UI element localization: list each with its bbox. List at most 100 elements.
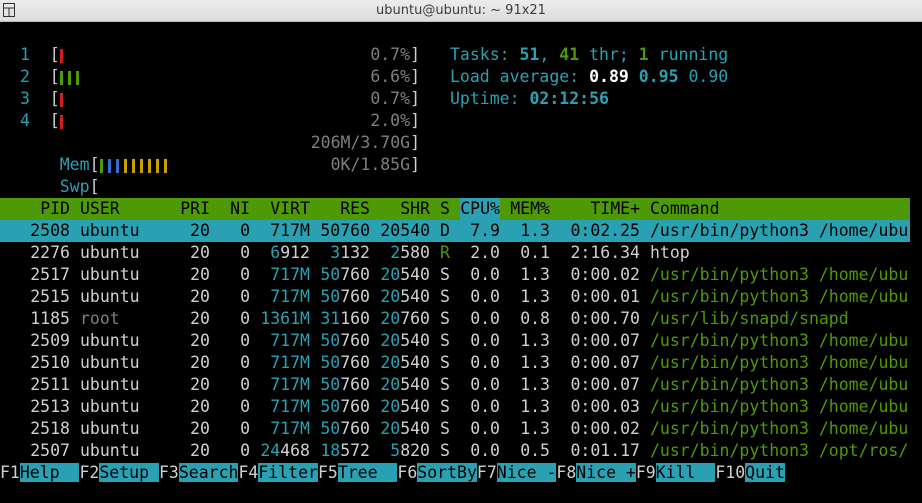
cell-mem: 0.1 xyxy=(520,243,550,262)
cell-command: /usr/bin/python3 /home/ubu xyxy=(650,353,909,372)
uptime-value: 02:12:56 xyxy=(529,89,609,108)
cell-time: 0:00.70 xyxy=(570,309,640,328)
process-row[interactable]: 1185 root 20 0 1361M 31160 20760 S 0.0 0.8 0:00.70… xyxy=(0,308,910,330)
process-row[interactable]: 2517 ubuntu 20 0 717M 50760 20540 S 0.0 1.3 0:00.0… xyxy=(0,264,910,286)
fkey-f8[interactable]: F8 xyxy=(556,463,576,482)
cell-res: 50760 xyxy=(320,419,370,438)
process-row[interactable]: 2518 ubuntu 20 0 717M 50760 20540 S 0.0 1.3 0:00.0… xyxy=(0,418,910,440)
fkey-label-f9[interactable]: Kill xyxy=(655,463,716,482)
swap-label: Swp xyxy=(59,177,90,196)
fkey-f10[interactable]: F10 xyxy=(715,463,745,482)
fkey-f5[interactable]: F5 xyxy=(318,463,338,482)
cell-user: root xyxy=(80,309,120,328)
cell-mem: 1.3 xyxy=(520,265,550,284)
cell-ni: 0 xyxy=(240,441,250,460)
fkey-f4[interactable]: F4 xyxy=(238,463,258,482)
cell-state: S xyxy=(440,419,450,438)
fkey-f9[interactable]: F9 xyxy=(636,463,656,482)
column-header-res[interactable]: RES xyxy=(340,198,370,220)
fkey-f1[interactable]: F1 xyxy=(0,463,20,482)
threads-count: 41 xyxy=(559,45,580,64)
fkey-label-f7[interactable]: Nice - xyxy=(496,463,557,482)
fkey-f7[interactable]: F7 xyxy=(477,463,497,482)
process-row[interactable]: 2510 ubuntu 20 0 717M 50760 20540 S 0.0 1.3 0:00.0… xyxy=(0,352,910,374)
cell-command: /usr/bin/python3 /home/ubu xyxy=(650,331,909,350)
fkey-f6[interactable]: F6 xyxy=(397,463,417,482)
column-header-ni[interactable]: NI xyxy=(230,198,250,220)
cell-ni: 0 xyxy=(240,221,250,240)
cell-mem: 1.3 xyxy=(520,353,550,372)
column-header-pid[interactable]: PID xyxy=(40,198,70,220)
cell-ni: 0 xyxy=(240,309,250,328)
fkey-label-f8[interactable]: Nice + xyxy=(576,463,636,482)
column-header-virt[interactable]: VIRT xyxy=(270,198,310,220)
cell-time: 0:00.02 xyxy=(570,419,640,438)
cell-mem: 0.8 xyxy=(520,309,550,328)
column-header-command[interactable]: Command xyxy=(650,198,720,220)
cell-virt: 717M xyxy=(270,353,310,372)
process-row[interactable]: 2513 ubuntu 20 0 717M 50760 20540 S 0.0 1.3 0:00.0… xyxy=(0,396,910,418)
cell-virt: 1361M xyxy=(260,309,310,328)
cell-command: htop xyxy=(650,243,690,262)
process-row[interactable]: 2511 ubuntu 20 0 717M 50760 20540 S 0.0 1.3 0:00.0… xyxy=(0,374,910,396)
process-row[interactable]: 2509 ubuntu 20 0 717M 50760 20540 S 0.0 1.3 0:00.0… xyxy=(0,330,910,352)
column-header-mem[interactable]: MEM% xyxy=(510,198,550,220)
process-row[interactable]: 2515 ubuntu 20 0 717M 50760 20540 S 0.0 1.3 0:00.0… xyxy=(0,286,910,308)
cell-pid: 2513 xyxy=(30,397,70,416)
mem-value: 206M/3.70G xyxy=(310,133,411,152)
cpu-meter-label: 4 xyxy=(20,111,30,130)
cell-ni: 0 xyxy=(240,331,250,350)
cell-shr: 2580 xyxy=(390,243,430,262)
cell-pri: 20 xyxy=(190,375,210,394)
process-row[interactable]: 2276 ubuntu 20 0 6912 3132 2580 R 2.0 0.1 2:16.34 h… xyxy=(0,242,910,264)
column-header-pri[interactable]: PRI xyxy=(180,198,210,220)
tasks-summary: Tasks: 51, 41 thr; 1 running xyxy=(450,45,729,64)
cell-shr: 20540 xyxy=(380,331,430,350)
cell-shr: 20760 xyxy=(380,309,430,328)
cell-shr: 20540 xyxy=(380,397,430,416)
cell-ni: 0 xyxy=(240,353,250,372)
cell-ni: 0 xyxy=(240,375,250,394)
cell-time: 0:00.03 xyxy=(570,397,640,416)
column-header-time[interactable]: TIME+ xyxy=(590,198,640,220)
fkey-label-f4[interactable]: Filter xyxy=(258,463,318,482)
fkey-label-f3[interactable]: Search xyxy=(178,463,239,482)
column-header-user[interactable]: USER xyxy=(80,198,120,220)
fkey-label-f5[interactable]: Tree xyxy=(337,463,398,482)
column-header-state[interactable]: S xyxy=(440,198,450,220)
cell-pri: 20 xyxy=(190,243,210,262)
cell-virt: 717M xyxy=(270,419,310,438)
column-headers: PID USER PRI NI VIRT RES SHR S CPU% MEM% TIME+ Comm… xyxy=(0,198,910,220)
cell-command: /usr/bin/python3 /home/ubu xyxy=(650,265,909,284)
cell-command: /usr/lib/snapd/snapd xyxy=(650,309,849,328)
cell-mem: 1.3 xyxy=(520,375,550,394)
cell-user: ubuntu xyxy=(80,265,140,284)
terminal[interactable]: 1 [0.7%] 2 [6.6%] 3 [0.7%] 4 [2.0%] Mem[ 20… xyxy=(0,22,922,503)
cpu-meter-label: 3 xyxy=(20,89,30,108)
process-row[interactable]: 2507 ubuntu 20 0 24468 18572 5820 S 0.0 0.5 0:01.1… xyxy=(0,440,910,462)
load-15: 0.90 xyxy=(688,67,729,86)
function-key-bar: F1Help F2Setup F3SearchF4FilterF5Tree F6… xyxy=(0,462,785,484)
column-header-shr[interactable]: SHR xyxy=(400,198,430,220)
fkey-label-f6[interactable]: SortBy xyxy=(417,463,477,482)
load-5: 0.95 xyxy=(638,67,679,86)
cell-pid: 2510 xyxy=(30,353,70,372)
cpu-meter-label: 1 xyxy=(20,45,30,64)
fkey-label-f10[interactable]: Quit xyxy=(745,463,785,482)
fkey-f3[interactable]: F3 xyxy=(159,463,179,482)
cell-command: /usr/bin/python3 /home/ubu xyxy=(650,287,909,306)
cell-cpu: 0.0 xyxy=(470,287,500,306)
cell-res: 18572 xyxy=(320,441,370,460)
swap-meter: Swp[ 0K/1.85G] xyxy=(59,155,420,196)
fkey-f2[interactable]: F2 xyxy=(79,463,99,482)
cell-pri: 20 xyxy=(190,419,210,438)
column-header-cpu[interactable]: CPU% xyxy=(460,198,500,220)
cpu-meter-1: 1 [0.7%] xyxy=(20,45,420,64)
fkey-label-f1[interactable]: Help xyxy=(19,463,80,482)
process-row[interactable]: 2508 ubuntu 20 0 717M 50760 20540 D 7.9 1.3 0:02.2… xyxy=(0,220,910,242)
cell-cpu: 7.9 xyxy=(470,221,500,240)
fkey-label-f2[interactable]: Setup xyxy=(99,463,159,482)
cell-command: /usr/bin/python3 /opt/ros/ xyxy=(650,441,909,460)
cell-virt: 717M xyxy=(270,221,310,240)
cell-pid: 1185 xyxy=(30,309,70,328)
